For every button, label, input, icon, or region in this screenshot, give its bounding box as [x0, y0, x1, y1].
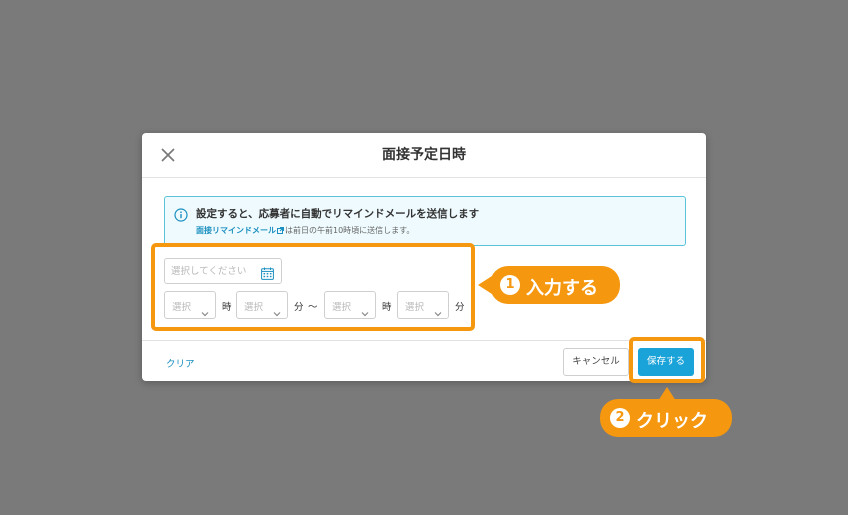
dialog-title: 面接予定日時	[382, 147, 466, 163]
info-note-text: は前日の午前10時頃に送信します。	[285, 226, 415, 235]
info-icon	[174, 207, 188, 222]
close-icon[interactable]	[158, 145, 178, 165]
reminder-mail-link[interactable]: 面接リマインドメール	[196, 226, 276, 235]
info-title: 設定すると、応募者に自動でリマインドメールを送信します	[196, 208, 480, 220]
step2-callout: 2 クリック	[600, 399, 732, 437]
step1-number: 1	[500, 275, 520, 295]
reminder-info-box: 設定すると、応募者に自動でリマインドメールを送信します 面接リマインドメール は前…	[164, 196, 686, 246]
external-link-icon[interactable]	[277, 227, 284, 234]
dialog-footer: クリア キャンセル 保存する	[142, 340, 706, 382]
clear-button[interactable]: クリア	[166, 356, 195, 370]
step1-callout: 1 入力する	[490, 266, 620, 304]
input-area-highlight	[151, 243, 475, 331]
step2-label: クリック	[636, 411, 708, 432]
cancel-button[interactable]: キャンセル	[563, 348, 629, 376]
dialog-header: 面接予定日時	[142, 133, 706, 178]
info-note: 面接リマインドメール は前日の午前10時頃に送信します。	[196, 225, 414, 236]
step1-label: 入力する	[526, 278, 598, 299]
save-button-highlight	[629, 337, 705, 383]
step2-number: 2	[610, 408, 630, 428]
